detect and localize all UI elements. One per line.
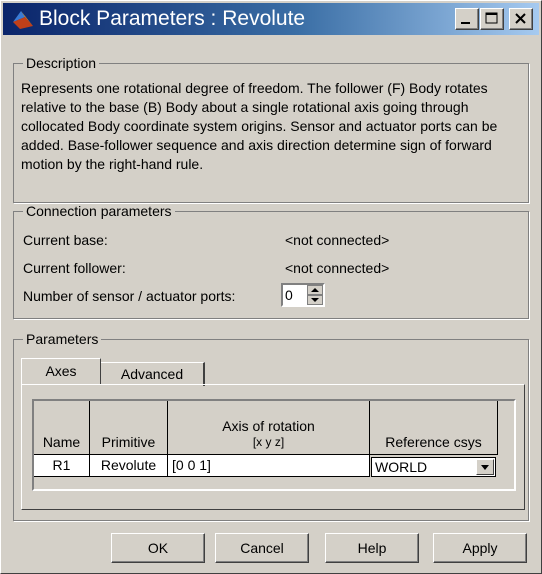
header-reference-csys: Reference csys	[370, 401, 498, 455]
maximize-icon	[485, 12, 498, 24]
spin-up-down-icon[interactable]	[307, 285, 323, 305]
axes-tab-panel: Name Primitive Axis of rotation [x y z] …	[21, 384, 525, 510]
tab-axes-label: Axes	[45, 363, 77, 379]
dropdown-button[interactable]	[476, 459, 494, 475]
maximize-button[interactable]	[480, 8, 504, 30]
apply-button[interactable]: Apply	[433, 533, 527, 563]
close-icon	[515, 13, 526, 24]
header-name: Name	[34, 401, 90, 455]
description-text: Represents one rotational degree of free…	[21, 80, 498, 172]
ok-button[interactable]: OK	[111, 533, 205, 563]
cell-primitive[interactable]: Revolute	[90, 455, 168, 477]
window-title: Block Parameters : Revolute	[39, 7, 306, 30]
current-base-label: Current base:	[23, 232, 108, 248]
title-bar[interactable]: Block Parameters : Revolute	[3, 3, 539, 35]
block-parameters-dialog: Block Parameters : Revolute Description …	[0, 0, 542, 574]
description-legend: Description	[26, 55, 97, 71]
help-button[interactable]: Help	[325, 533, 419, 563]
minimize-icon	[461, 22, 470, 24]
tab-advanced[interactable]: Advanced	[101, 362, 205, 386]
reference-csys-select[interactable]: WORLD	[371, 457, 496, 477]
cell-name[interactable]: R1	[34, 455, 90, 477]
header-axis-of-rotation: Axis of rotation [x y z]	[168, 401, 370, 455]
current-follower-label: Current follower:	[23, 260, 126, 276]
chevron-down-icon	[481, 465, 489, 470]
minimize-button[interactable]	[455, 8, 479, 30]
cancel-button[interactable]: Cancel	[215, 533, 309, 563]
tab-advanced-label: Advanced	[120, 366, 184, 382]
tab-axes[interactable]: Axes	[21, 358, 101, 384]
header-primitive: Primitive	[90, 401, 168, 455]
current-follower-value: <not connected>	[285, 260, 390, 276]
ports-spinner[interactable]: 0	[281, 283, 325, 307]
parameters-legend: Parameters	[26, 331, 99, 347]
ports-value: 0	[285, 287, 293, 303]
axes-table: Name Primitive Axis of rotation [x y z] …	[32, 399, 516, 491]
reference-csys-value: WORLD	[375, 459, 428, 475]
ports-label: Number of sensor / actuator ports:	[23, 288, 236, 304]
current-base-value: <not connected>	[285, 232, 390, 248]
cell-axis-input[interactable]: [0 0 1]	[168, 455, 370, 477]
spinner-buttons[interactable]	[307, 285, 323, 305]
close-button[interactable]	[509, 8, 533, 30]
simulink-block-icon	[13, 11, 33, 29]
